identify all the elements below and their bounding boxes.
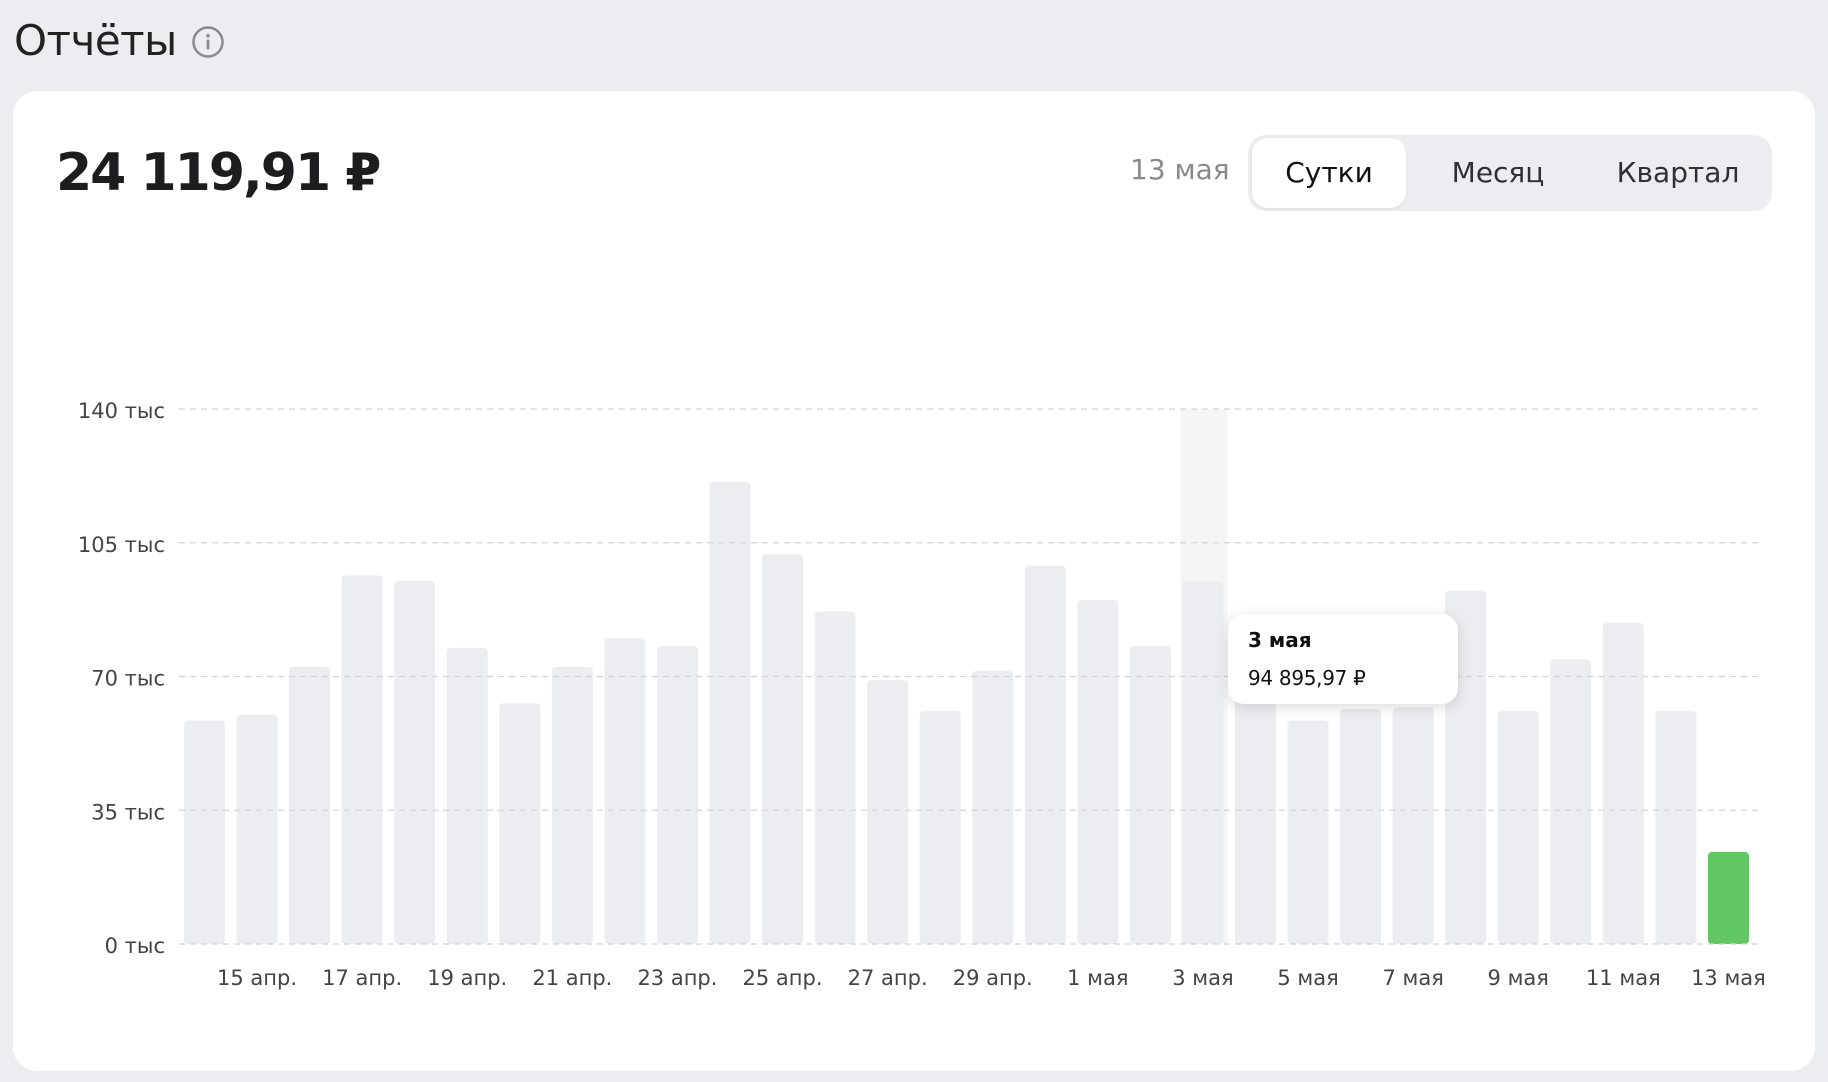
page-title: Отчёты [14, 15, 177, 65]
x-tick-label: 5 мая [1277, 966, 1338, 990]
chart-bar[interactable] [867, 680, 909, 944]
y-tick-label: 70 тыс [91, 667, 165, 691]
x-tick-label: 25 апр. [743, 966, 823, 990]
y-tick-label: 0 тыс [105, 934, 165, 958]
y-tick-label: 140 тыс [78, 399, 165, 423]
x-tick-label: 23 апр. [637, 966, 717, 990]
chart-bar[interactable] [499, 703, 541, 944]
chart-bar[interactable] [919, 710, 961, 944]
chart-bar[interactable] [394, 580, 436, 944]
chart-bar[interactable] [184, 720, 225, 944]
revenue-bar-chart: 0 тыс 35 тыс 70 тыс 105 тыс 140 тыс 15 апр. 17… [78, 399, 1766, 990]
chart-bar[interactable] [289, 666, 331, 944]
x-tick-label: 7 мая [1382, 966, 1443, 990]
tooltip-value: 94 895,97 ₽ [1248, 666, 1366, 690]
chart-bar[interactable] [1235, 687, 1276, 944]
chart-bar[interactable] [1024, 565, 1066, 944]
chart-bar[interactable] [1707, 851, 1749, 944]
x-tick-label: 3 мая [1172, 966, 1233, 990]
x-tick-label: 19 апр. [427, 966, 507, 990]
chart-bar[interactable] [1182, 581, 1224, 944]
y-tick-label: 105 тыс [78, 533, 165, 557]
x-tick-label: 11 мая [1586, 966, 1661, 990]
chart-bar[interactable] [1655, 710, 1697, 944]
chart-bar[interactable] [814, 611, 856, 944]
x-tick-label: 27 апр. [848, 966, 928, 990]
chart-bar[interactable] [604, 638, 646, 944]
x-tick-label: 21 апр. [532, 966, 612, 990]
tooltip-date: 3 мая [1248, 628, 1312, 652]
chart-bar[interactable] [341, 575, 383, 944]
page-header: Отчёты [14, 10, 225, 70]
chart-bar[interactable] [1392, 707, 1434, 944]
x-tick-label: 1 мая [1067, 966, 1128, 990]
chart-bar[interactable] [656, 645, 698, 944]
y-tick-label: 35 тыс [91, 800, 165, 824]
bar-tooltip: 3 мая 94 895,97 ₽ [1228, 614, 1458, 704]
chart-bar[interactable] [1602, 623, 1644, 944]
chart-bar[interactable] [1287, 720, 1329, 944]
chart-bar[interactable] [446, 647, 488, 944]
chart-bar[interactable] [1497, 710, 1539, 944]
x-tick-label: 17 апр. [322, 966, 402, 990]
chart-bar[interactable] [1129, 645, 1171, 944]
chart-bar[interactable] [1077, 600, 1119, 944]
info-circle-icon[interactable] [191, 25, 225, 59]
x-tick-label: 9 мая [1488, 966, 1549, 990]
chart-bar[interactable] [972, 670, 1014, 944]
x-tick-label: 15 апр. [217, 966, 297, 990]
chart-bar[interactable] [762, 554, 804, 944]
chart-bar[interactable] [1550, 659, 1592, 944]
chart-bar[interactable] [236, 714, 278, 944]
x-tick-label: 13 мая [1691, 966, 1766, 990]
chart-bar[interactable] [1340, 708, 1382, 944]
x-tick-label: 29 апр. [953, 966, 1033, 990]
report-card: 24 119,91 ₽ 13 мая Сутки Месяц Квартал 0… [13, 91, 1815, 1071]
chart-bar[interactable] [551, 666, 593, 944]
chart-bar[interactable] [709, 481, 751, 944]
